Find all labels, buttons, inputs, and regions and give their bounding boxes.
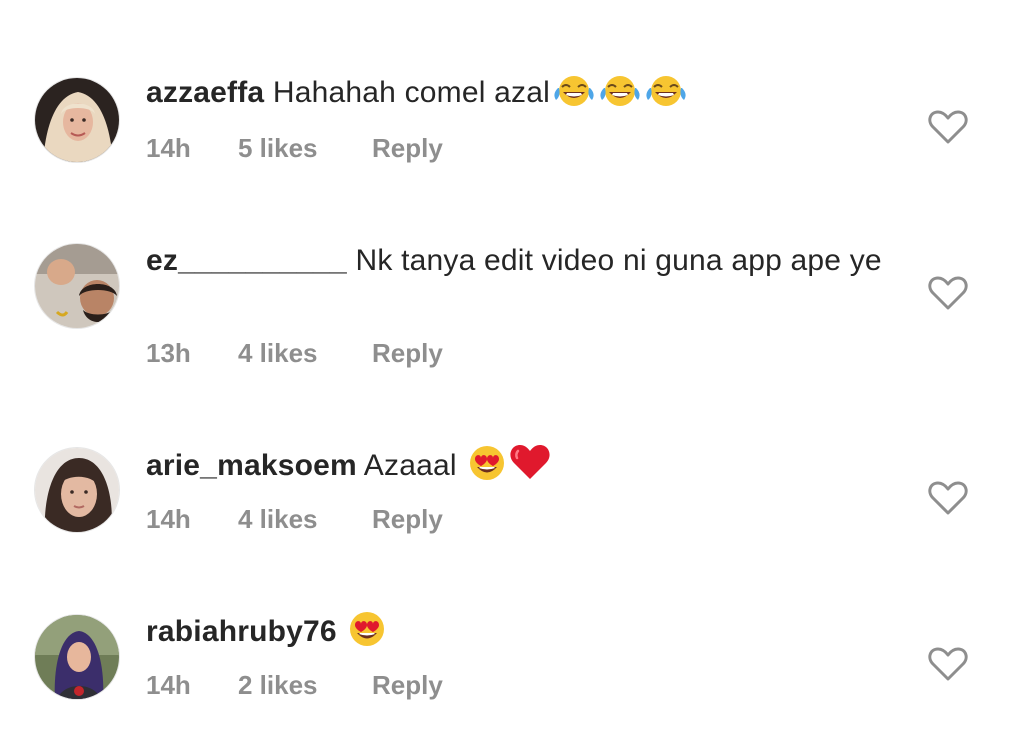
comment-item: rabiahruby76 14h 2 likes Reply [0, 580, 1024, 752]
comment-body: Azaaal [363, 449, 457, 482]
avatar[interactable] [34, 614, 120, 700]
heart-outline-icon[interactable] [928, 480, 968, 516]
comment-meta: 13h 4 likes Reply [146, 338, 443, 369]
reply-button[interactable]: Reply [372, 504, 443, 535]
avatar[interactable] [34, 77, 120, 163]
comment-time: 14h [146, 133, 191, 163]
reply-button[interactable]: Reply [372, 670, 443, 701]
smiling-face-with-heart-eyes-icon [467, 445, 507, 492]
comment-text: rabiahruby76 [146, 611, 886, 658]
reply-button[interactable]: Reply [372, 133, 443, 164]
comment-username[interactable]: ez__________ [146, 244, 347, 277]
comment-text: azzaeffa Hahahah comel azal [146, 73, 886, 119]
comment-username[interactable]: azzaeffa [146, 76, 264, 109]
face-with-tears-of-joy-icon [552, 74, 596, 119]
comment-meta: 14h 4 likes Reply [146, 504, 443, 535]
comment-item: ez__________ Nk tanya edit video ni guna… [0, 200, 1024, 400]
comment-time: 14h [146, 504, 191, 534]
comment-username[interactable]: rabiahruby76 [146, 615, 337, 648]
red-heart-icon [509, 443, 551, 492]
comment-meta: 14h 2 likes Reply [146, 670, 443, 701]
comment-body: Hahahah comel azal [272, 76, 550, 109]
comment-text: arie_maksoem Azaaal [146, 443, 886, 492]
comment-likes[interactable]: 2 likes [238, 670, 372, 701]
comment-text: ez__________ Nk tanya edit video ni guna… [146, 241, 886, 281]
comment-body: Nk tanya edit video ni guna app ape ye [355, 244, 882, 277]
comment-username[interactable]: arie_maksoem [146, 449, 357, 482]
heart-outline-icon[interactable] [928, 109, 968, 145]
comment-meta: 14h 5 likes Reply [146, 133, 443, 164]
comment-likes[interactable]: 4 likes [238, 338, 372, 369]
comment-item: azzaeffa Hahahah comel azal 14h 5 likes Re… [0, 0, 1024, 200]
comment-time: 13h [146, 338, 191, 368]
smiling-face-with-heart-eyes-icon [347, 611, 387, 658]
heart-outline-icon[interactable] [928, 646, 968, 682]
avatar[interactable] [34, 243, 120, 329]
comment-time: 14h [146, 670, 191, 700]
comment-likes[interactable]: 5 likes [238, 133, 372, 164]
heart-outline-icon[interactable] [928, 275, 968, 311]
reply-button[interactable]: Reply [372, 338, 443, 369]
face-with-tears-of-joy-icon [644, 74, 688, 119]
avatar[interactable] [34, 447, 120, 533]
comment-likes[interactable]: 4 likes [238, 504, 372, 535]
comment-item: arie_maksoem Azaaal 14h 4 likes Reply [0, 400, 1024, 580]
face-with-tears-of-joy-icon [598, 74, 642, 119]
